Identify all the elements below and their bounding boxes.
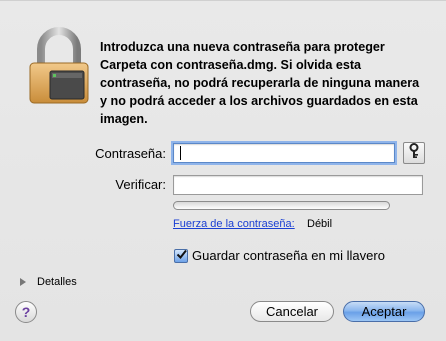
password-dialog: Introduzca una nueva contraseña para pro…	[0, 0, 446, 341]
password-field[interactable]	[173, 143, 395, 163]
save-in-keychain-label[interactable]: Guardar contraseña en mi llavero	[192, 248, 385, 263]
cancel-button[interactable]: Cancelar	[250, 301, 334, 322]
key-icon	[408, 142, 420, 164]
accept-button[interactable]: Aceptar	[343, 301, 425, 322]
password-assistant-button[interactable]	[403, 142, 425, 164]
password-label: Contraseña:	[95, 146, 166, 161]
disclosure-triangle-icon[interactable]	[20, 278, 26, 286]
password-strength-value: Débil	[307, 218, 333, 230]
password-strength-bar	[173, 201, 390, 210]
details-label[interactable]: Detalles	[37, 276, 77, 288]
lock-icon	[28, 25, 90, 105]
text-cursor	[180, 146, 181, 160]
verify-label: Verificar:	[115, 177, 166, 192]
save-in-keychain-checkbox[interactable]	[174, 249, 188, 263]
dialog-message: Introduzca una nueva contraseña para pro…	[100, 40, 420, 126]
help-button[interactable]: ?	[15, 301, 37, 323]
password-strength-link[interactable]: Fuerza de la contraseña:	[173, 218, 295, 230]
checkmark-icon	[176, 247, 187, 265]
verify-field[interactable]	[173, 175, 423, 195]
